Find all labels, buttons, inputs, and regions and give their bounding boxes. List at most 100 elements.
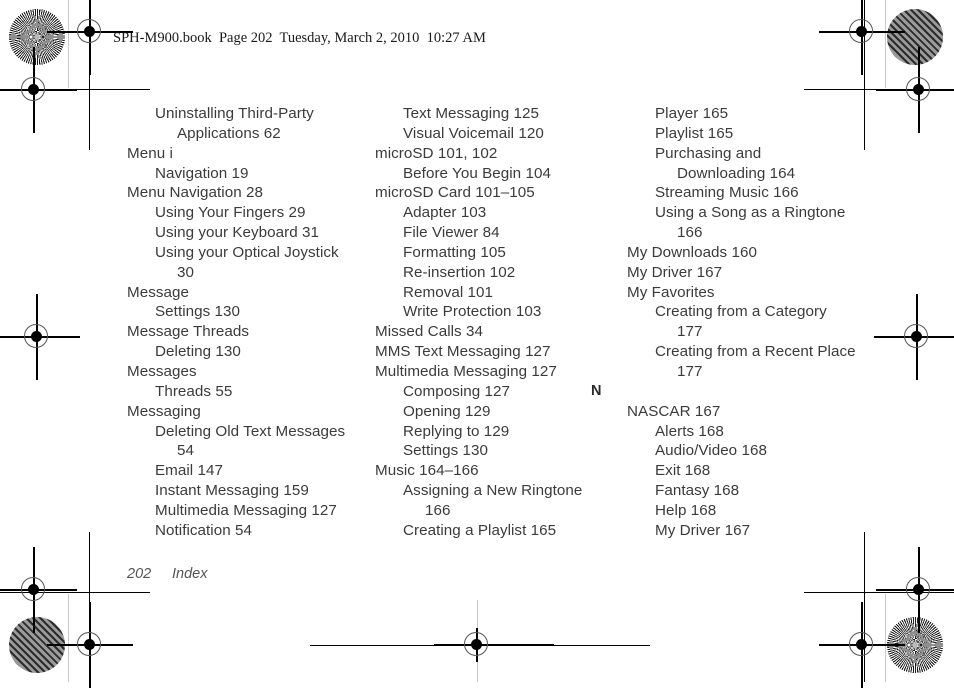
index-entry-text: Deleting 130 [155,343,241,361]
registration-crosshair-top-right-inner [876,47,954,133]
index-entry-continuation: Applications 62 [177,124,281,142]
index-entry-sub: Settings 130 [403,441,607,461]
index-entry-sub: Exit 168 [655,461,859,481]
index-entry-main: Menu i [127,144,359,164]
index-entry-text: Removal 101 [403,283,494,301]
page-guide-right-bottom [885,594,886,682]
registration-crosshair-top-left-outer [47,0,133,75]
index-entry-sub: Deleting Old Text Messages 54 [155,422,359,462]
trim-line-left-top [89,0,90,150]
index-entry-text: Creating a Playlist 165 [403,521,557,539]
page-footer: 202 Index [127,566,207,582]
index-entry-text: My Downloads 160 [627,243,757,261]
registration-crosshair-bottom-left-outer [47,602,133,688]
index-entry-continuation: 177 [677,362,703,380]
index-entry-sub: Alerts 168 [655,422,859,442]
index-entry-text: Creating from a Category [655,303,827,321]
index-entry-text: Playlist 165 [655,124,734,142]
index-entry-sub: Help 168 [655,501,859,521]
index-entry-text: Streaming Music 166 [655,184,799,202]
index-entry-sub: Deleting 130 [155,342,359,362]
index-entry-main: My Favorites [627,283,859,303]
index-entry-text: My Favorites [627,283,715,301]
index-entry-sub: Text Messaging 125 [403,104,607,124]
index-entry-sub: Using a Song as a Ringtone 166 [655,203,859,243]
index-entry-main: Message Threads [127,322,359,342]
registration-crosshair-mid-left [0,294,80,380]
index-entry-text: Instant Messaging 159 [155,482,309,500]
index-entry-text: Purchasing and [655,144,762,162]
index-entry-text: Menu Navigation 28 [127,184,263,202]
index-entry-text: Using Your Fingers 29 [155,204,306,222]
index-entry-text: MMS Text Messaging 127 [375,343,551,361]
index-entry-sub: Adapter 103 [403,203,607,223]
index-entry-main: NASCAR 167 [627,402,859,422]
index-entry-sub: Audio/Video 168 [655,441,859,461]
registration-crosshair-bottom-right-inner [876,547,954,633]
footer-page-number: 202 [127,566,152,582]
index-entry-text: Multimedia Messaging 127 [155,501,337,519]
index-entry-continuation: 177 [677,323,703,341]
index-entry-text: Text Messaging 125 [403,105,539,122]
index-entry-text: File Viewer 84 [403,224,500,242]
index-entry-sub: Assigning a New Ringtone 166 [403,481,607,521]
page-guide-right [885,0,886,88]
index-entry-text: Creating from a Recent Place [655,343,856,361]
registration-target-starburst-top-left [9,9,65,65]
registration-crosshair-bottom-right-outer [819,602,905,688]
trim-line-top-left [0,89,150,90]
index-entry-sub: Uninstalling Third-Party Applications 62 [155,104,359,144]
index-entry-text: Visual Voicemail 120 [403,124,544,142]
index-entry-text: Notification 54 [155,521,252,539]
index-entry-sub: Removal 101 [403,283,607,303]
index-column-3: Player 165 Playlist 165 Purchasing and Down… [591,104,859,541]
index-entry-sub: Playlist 165 [655,124,859,144]
index-entry-continuation: 30 [177,263,194,281]
index-entry-text: Replying to 129 [403,422,510,440]
index-entry-continuation: 166 [677,224,703,242]
index-entry-main: microSD 101, 102 [375,144,607,164]
index-entry-main: microSD Card 101–105 [375,183,607,203]
index-entry-text: Deleting Old Text Messages [155,422,346,440]
index-entry-main: My Downloads 160 [627,243,859,263]
trim-line-bottom-right [804,592,954,593]
index-entry-text: Navigation 19 [155,164,249,182]
registration-crosshair-top-right-outer [819,0,905,75]
index-entry-text: My Driver 167 [627,263,723,281]
index-entry-text: Missed Calls 34 [375,323,483,341]
index-entry-sub: Navigation 19 [155,164,359,184]
index-entry-text: Menu i [127,144,173,162]
index-entry-text: Message [127,283,189,301]
index-entry-text: Before You Begin 104 [403,164,551,182]
index-entry-text: Formatting 105 [403,243,506,261]
index-entry-text: Exit 168 [655,462,711,480]
index-entry-continuation: Downloading 164 [677,164,796,182]
index-entry-text: microSD 101, 102 [375,144,498,162]
page-guide-left-bottom [68,594,69,682]
index-entry-sub: Visual Voicemail 120 [403,124,607,144]
index-section-letter: N [591,382,602,399]
index-entry-main: Music 164–166 [375,461,607,481]
registration-crosshair-mid-right [874,294,954,380]
index-entry-text: Opening 129 [403,402,491,420]
index-entry-sub: Using your Keyboard 31 [155,223,359,243]
index-entry-sub: Creating from a Recent Place 177 [655,342,859,382]
registration-crosshair-bottom-left-inner [0,547,77,633]
index-entry-text: Write Protection 103 [403,303,542,321]
index-entry-sub: Fantasy 168 [655,481,859,501]
index-entry-sub: Notification 54 [155,521,359,541]
registration-crosshair-bottom-center [434,628,554,662]
index-entry-text: Music 164–166 [375,462,479,480]
index-column-2: Text Messaging 125 Visual Voicemail 120 mi… [375,104,607,541]
index-entry-main: Messaging [127,402,359,422]
index-entry-text: Threads 55 [155,382,233,400]
index-entry-text: Assigning a New Ringtone [403,482,583,500]
index-entry-text: Message Threads [127,323,250,341]
index-entry-sub: Formatting 105 [403,243,607,263]
registration-target-starburst-bottom-right [887,617,943,673]
index-entry-text: Settings 130 [155,303,241,321]
index-entry-text: Adapter 103 [403,204,487,222]
registration-crosshair-top-left-inner [0,47,77,133]
footer-label: Index [172,566,208,582]
index-entry-sub: Composing 127 [403,382,607,402]
